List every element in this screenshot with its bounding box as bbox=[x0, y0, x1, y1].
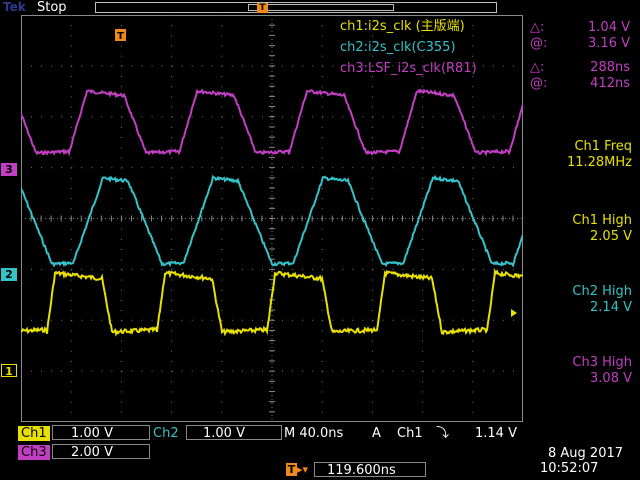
trigger-offset[interactable]: 119.600ns bbox=[314, 462, 426, 478]
measurement-ch2-high[interactable]: Ch2 High 2.14 V bbox=[572, 284, 632, 316]
ch2-label[interactable]: Ch2 bbox=[153, 426, 179, 441]
ch3-legend: ch3:LSF_i2s_clk(R81) bbox=[340, 61, 477, 76]
at-icon: @: bbox=[530, 76, 548, 91]
svg-text:T: T bbox=[117, 31, 124, 42]
waveform-display[interactable]: T ch1:i2s_clk (主版端) ch2:i2s_clk(C355) ch… bbox=[21, 15, 523, 422]
trigger-position-top-marker: T bbox=[257, 3, 268, 13]
measurement-ch3-high[interactable]: Ch3 High 3.08 V bbox=[572, 355, 632, 387]
record-view-window bbox=[248, 4, 394, 11]
timebase[interactable]: M 40.0ns bbox=[284, 426, 343, 441]
ch2-scale[interactable]: 1.00 V bbox=[186, 425, 282, 441]
acquisition-state: Stop bbox=[37, 0, 67, 15]
measurement-ch1-high[interactable]: Ch1 High 2.05 V bbox=[572, 213, 632, 245]
delta-icon: △: bbox=[530, 20, 545, 35]
trigger-source[interactable]: Ch1 bbox=[397, 426, 423, 441]
ch2-ground-marker[interactable]: 2 bbox=[1, 268, 17, 281]
delta-icon: △: bbox=[530, 60, 545, 75]
date: 8 Aug 2017 bbox=[548, 446, 624, 461]
ch2-legend: ch2:i2s_clk(C355) bbox=[340, 40, 456, 55]
trigger-level-arrow bbox=[511, 309, 517, 317]
measurement-ch1-freq[interactable]: Ch1 Freq 11.28MHz bbox=[567, 139, 632, 171]
ch3-scale[interactable]: 2.00 V bbox=[52, 444, 150, 460]
ch1-legend: ch1:i2s_clk (主版端) bbox=[340, 19, 465, 34]
ch1-scale[interactable]: 1.00 V bbox=[52, 425, 150, 441]
record-length-bar bbox=[95, 2, 497, 13]
ch3-ground-marker[interactable]: 3 bbox=[1, 163, 17, 176]
time: 10:52:07 bbox=[540, 461, 599, 476]
brand-logo: Tek bbox=[2, 0, 27, 14]
ch1-waveform bbox=[21, 268, 523, 337]
trigger-point-marker: T bbox=[115, 29, 126, 42]
graticule bbox=[21, 15, 523, 422]
trigger-level[interactable]: 1.14 V bbox=[475, 426, 517, 441]
ch1-label[interactable]: Ch1 bbox=[18, 426, 50, 441]
ch1-ground-marker[interactable]: 1 bbox=[1, 364, 17, 378]
trigger-slope-icon: ⤵ bbox=[436, 426, 450, 441]
at-icon: @: bbox=[530, 36, 548, 51]
trigger-mode: A bbox=[372, 426, 381, 441]
trigger-offset-icon: T ▸▾ bbox=[286, 463, 309, 476]
ch3-label[interactable]: Ch3 bbox=[18, 445, 50, 460]
